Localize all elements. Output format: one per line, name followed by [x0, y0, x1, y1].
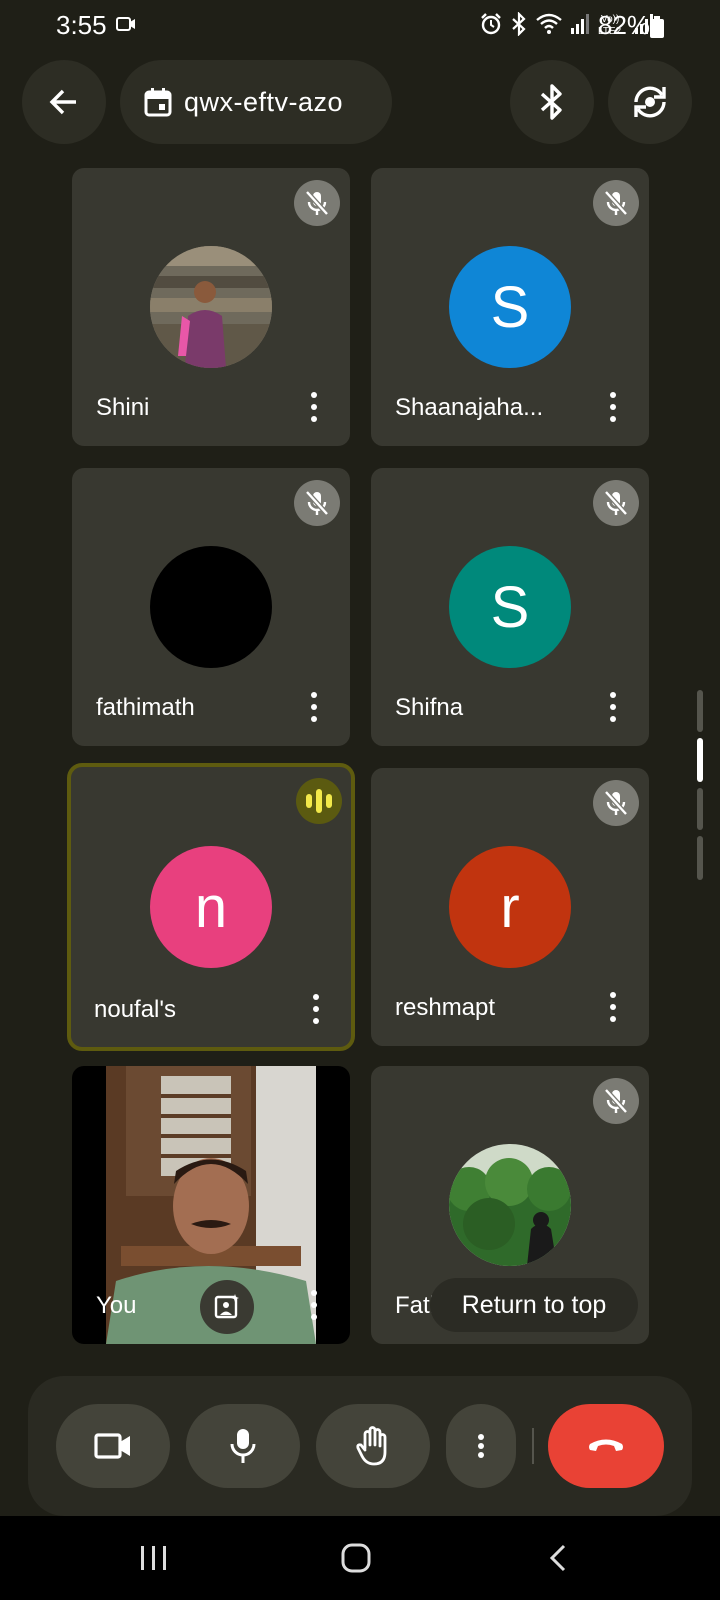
- avatar-photo: [150, 246, 272, 368]
- participant-name: fathimath: [96, 694, 195, 721]
- participant-tile-speaking[interactable]: n noufal's: [67, 763, 355, 1051]
- more-options-button[interactable]: [446, 1404, 516, 1488]
- visual-effects-button[interactable]: [200, 1280, 254, 1334]
- avatar-photo: [150, 546, 272, 668]
- video-camera-icon: [94, 1433, 130, 1459]
- page-indicator: [697, 836, 703, 880]
- avatar-letter: n: [150, 846, 272, 968]
- avatar-letter: S: [449, 546, 571, 668]
- calendar-icon: [144, 88, 172, 117]
- end-call-button[interactable]: [548, 1404, 664, 1488]
- system-nav-bar: [0, 1516, 720, 1600]
- bluetooth-icon: [540, 84, 562, 120]
- more-vert-icon: [478, 1434, 484, 1458]
- more-vert-icon[interactable]: [302, 1290, 326, 1320]
- avatar-photo: [449, 1144, 571, 1266]
- participant-name: reshmapt: [395, 994, 496, 1021]
- back-button[interactable]: [22, 60, 106, 144]
- home-icon: [341, 1543, 371, 1573]
- home-button[interactable]: [336, 1538, 376, 1578]
- more-vert-icon[interactable]: [304, 994, 328, 1024]
- speaking-indicator-icon: [296, 778, 342, 824]
- participant-tile[interactable]: r reshmapt: [371, 768, 649, 1046]
- more-vert-icon[interactable]: [601, 992, 625, 1022]
- self-video-tile[interactable]: You: [72, 1066, 350, 1344]
- wifi-icon: [536, 13, 562, 34]
- avatar-letter: S: [449, 246, 571, 368]
- battery-percent: 82%: [598, 10, 651, 40]
- divider: [532, 1428, 534, 1464]
- call-controls: [28, 1376, 692, 1516]
- screen-record-icon: [116, 17, 135, 31]
- muted-mic-icon: [593, 480, 639, 526]
- status-time: 3:55: [56, 10, 107, 40]
- back-nav-button[interactable]: [538, 1538, 578, 1578]
- alarm-icon: [481, 13, 501, 35]
- page-indicator: [697, 788, 703, 830]
- microphone-icon: [230, 1429, 256, 1463]
- more-vert-icon[interactable]: [302, 692, 326, 722]
- page-indicator: [697, 690, 703, 732]
- muted-mic-icon: [593, 780, 639, 826]
- audio-output-button[interactable]: [510, 60, 594, 144]
- meeting-info-button[interactable]: qwx-eftv-azo: [120, 60, 392, 144]
- switch-camera-button[interactable]: [608, 60, 692, 144]
- recents-button[interactable]: [134, 1538, 174, 1578]
- raise-hand-icon: [356, 1426, 387, 1466]
- muted-mic-icon: [593, 1078, 639, 1124]
- participant-name: Shaanajaha...: [395, 394, 544, 421]
- participant-name: noufal's: [94, 996, 176, 1023]
- avatar-letter: r: [449, 846, 571, 968]
- more-vert-icon[interactable]: [601, 392, 625, 422]
- muted-mic-icon: [593, 180, 639, 226]
- recents-icon: [141, 1546, 166, 1570]
- visual-effects-icon: [214, 1294, 239, 1319]
- return-to-top-button[interactable]: Return to top: [430, 1278, 638, 1332]
- camera-toggle-button[interactable]: [56, 1404, 170, 1488]
- participant-name: Shini: [96, 394, 150, 421]
- muted-mic-icon: [294, 480, 340, 526]
- status-bar: 3:55 Vo)) LTE2 82%: [0, 0, 720, 52]
- page-indicator-active: [697, 738, 703, 782]
- signal-icon-1: [571, 14, 589, 34]
- microphone-toggle-button[interactable]: [186, 1404, 300, 1488]
- arrow-left-icon: [49, 89, 76, 115]
- participant-tile[interactable]: fathimath: [72, 468, 350, 746]
- participant-tile[interactable]: S Shaanajaha...: [371, 168, 649, 446]
- meeting-code: qwx-eftv-azo: [184, 86, 344, 117]
- chevron-left-icon: [549, 1544, 566, 1572]
- more-vert-icon[interactable]: [601, 692, 625, 722]
- muted-mic-icon: [294, 180, 340, 226]
- battery-icon: [650, 16, 664, 38]
- participant-tile[interactable]: Shini: [72, 168, 350, 446]
- raise-hand-button[interactable]: [316, 1404, 430, 1488]
- more-vert-icon[interactable]: [302, 392, 326, 422]
- participant-name: You: [96, 1292, 137, 1319]
- participant-tile[interactable]: S Shifna: [371, 468, 649, 746]
- switch-camera-icon: [634, 86, 666, 118]
- end-call-icon: [589, 1439, 623, 1451]
- bluetooth-status-icon: [512, 12, 526, 36]
- participant-name: Shifna: [395, 694, 464, 721]
